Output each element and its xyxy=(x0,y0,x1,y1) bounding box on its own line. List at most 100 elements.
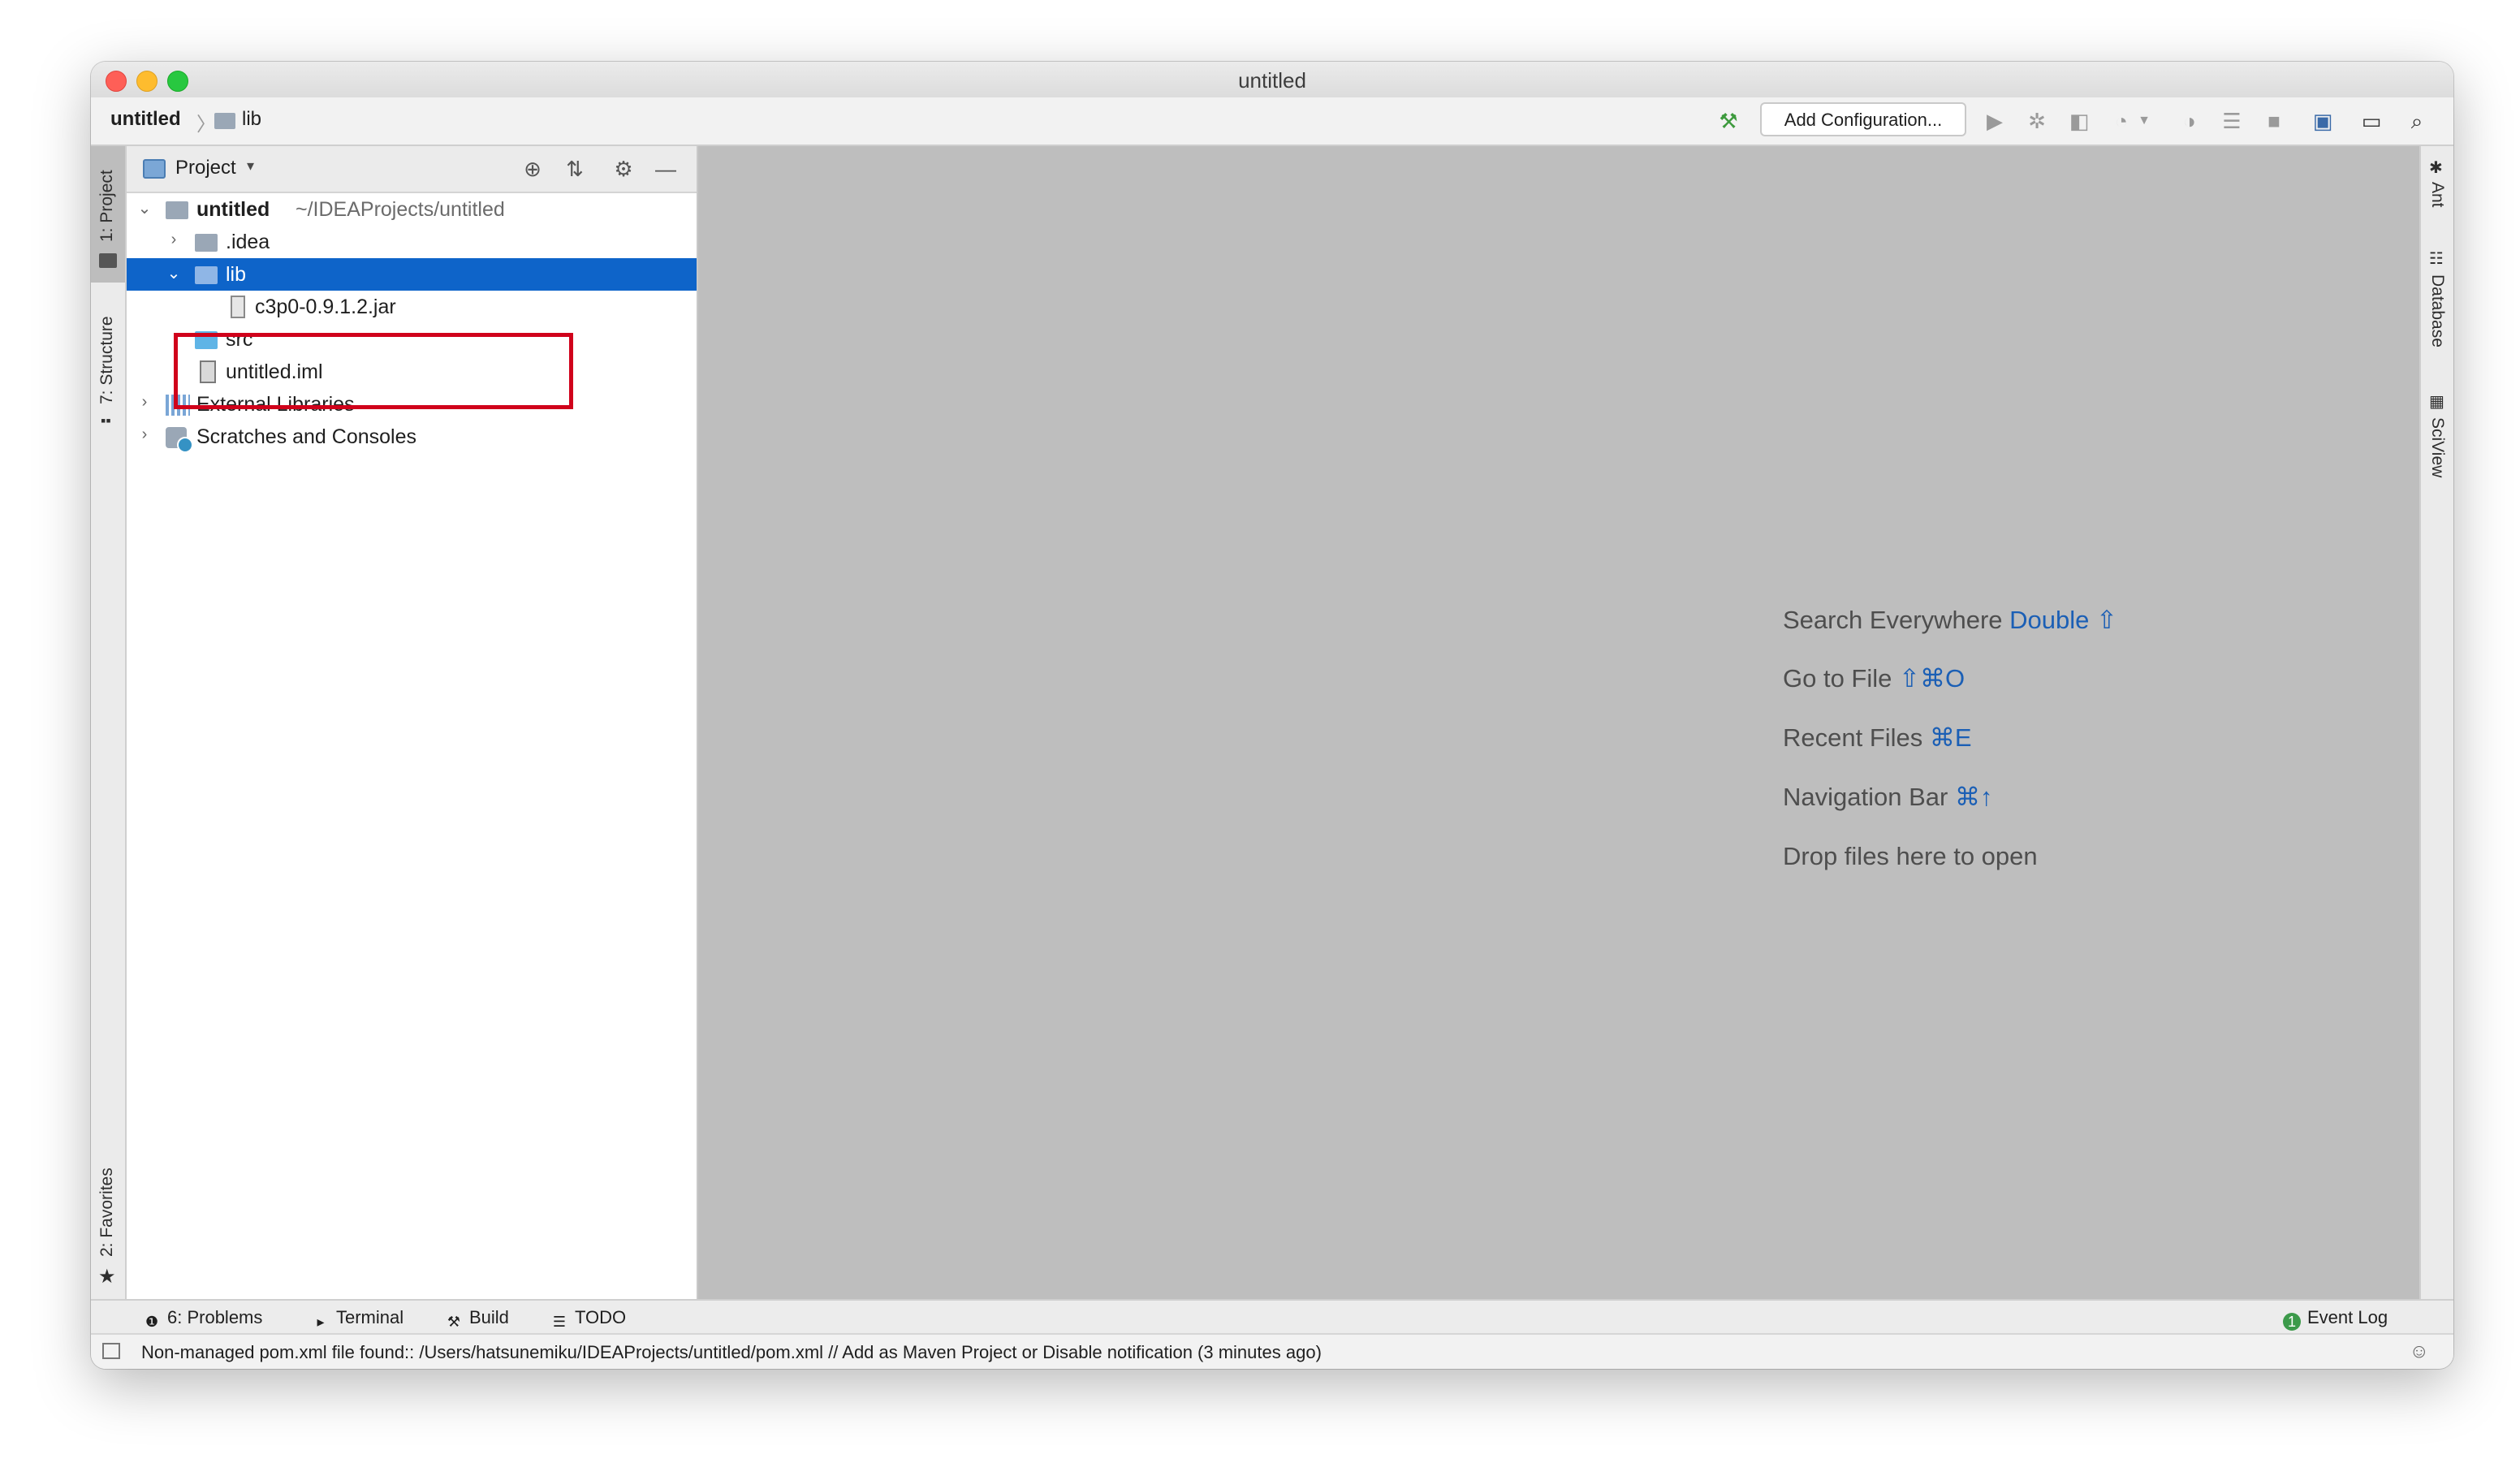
tool-terminal-label: Terminal xyxy=(336,1307,404,1327)
hint-shortcut: ⇧⌘O xyxy=(1899,664,1966,693)
chevron-down-icon[interactable]: ⌄ xyxy=(136,198,153,218)
presentation-icon[interactable]: ▭ xyxy=(2358,107,2385,135)
tasks-icon[interactable]: ☰ xyxy=(2218,107,2246,135)
left-tool-strip: 1: Project 7: Structure ▪▪ 2: Favorites … xyxy=(91,146,127,1299)
tab-database-label: Database xyxy=(2428,274,2447,347)
hide-panel-icon[interactable]: — xyxy=(653,156,679,182)
iml-file-icon xyxy=(200,360,216,383)
project-panel-header: Project ▾ ⊕ ⇅ ⚙ — xyxy=(127,146,697,193)
coverage-icon[interactable]: ◧ xyxy=(2065,107,2093,135)
status-bar: Non-managed pom.xml file found:: /Users/… xyxy=(91,1333,2453,1369)
navigation-bar: untitled 〉 lib ⚒ Add Configuration... ▶ … xyxy=(91,97,2453,146)
folder-icon xyxy=(214,113,235,129)
toggle-tool-windows-icon[interactable] xyxy=(102,1343,120,1359)
project-view-selector[interactable]: Project xyxy=(175,157,236,179)
tab-sciview[interactable]: ▦ SciView xyxy=(2421,390,2453,495)
hint-drop-files: Drop files here to open xyxy=(1783,842,2038,871)
chevron-right-icon[interactable]: › xyxy=(136,393,153,412)
hint-go-to-file: Go to File ⇧⌘O xyxy=(1783,664,1965,693)
breadcrumb-separator: 〉 xyxy=(196,114,216,136)
tree-item-label: External Libraries xyxy=(196,393,355,416)
breadcrumb-lib[interactable]: lib xyxy=(242,108,261,131)
hint-text: Drop files here to open xyxy=(1783,842,2038,870)
tree-item-label: lib xyxy=(226,263,247,286)
tool-build[interactable]: ⚒ Build xyxy=(445,1307,509,1331)
status-message[interactable]: Non-managed pom.xml file found:: /Users/… xyxy=(141,1342,1322,1363)
tree-item-jar[interactable]: c3p0-0.9.1.2.jar xyxy=(127,291,697,323)
hammer-icon: ⚒ xyxy=(447,1314,461,1330)
tool-event-log[interactable]: 1 Event Log xyxy=(2283,1307,2388,1331)
tool-terminal[interactable]: ▸ Terminal xyxy=(312,1307,403,1331)
tab-sciview-label: SciView xyxy=(2428,417,2447,478)
tree-item-idea[interactable]: › .idea xyxy=(127,226,697,258)
title-bar: untitled xyxy=(91,62,2453,97)
tab-favorites-label: 2: Favorites xyxy=(97,1167,116,1257)
chevron-down-icon[interactable]: ▾ xyxy=(247,158,254,175)
ide-window: untitled untitled 〉 lib ⚒ Add Configurat… xyxy=(91,62,2453,1369)
project-panel: Project ▾ ⊕ ⇅ ⚙ — ⌄ untitled ~/IDEAProje… xyxy=(127,146,698,1299)
stop-icon[interactable]: ■ xyxy=(2260,107,2288,135)
tab-project-label: 1: Project xyxy=(97,170,116,242)
search-icon[interactable]: ⌕ xyxy=(2403,107,2431,135)
star-icon: ★ xyxy=(98,1266,116,1288)
tree-item-label: untitled xyxy=(196,198,270,221)
tab-ant-label: Ant xyxy=(2428,182,2447,208)
ant-icon: ✱ xyxy=(2429,159,2443,177)
hint-recent-files: Recent Files ⌘E xyxy=(1783,723,1972,753)
tree-item-scratches[interactable]: › Scratches and Consoles xyxy=(127,421,697,453)
tool-todo[interactable]: ☰ TODO xyxy=(550,1307,626,1331)
chevron-right-icon[interactable]: › xyxy=(136,425,153,444)
breadcrumb-root[interactable]: untitled xyxy=(110,108,181,131)
database-icon: ☷ xyxy=(2429,250,2444,268)
tree-item-label: Scratches and Consoles xyxy=(196,425,416,448)
tab-favorites[interactable]: 2: Favorites ★ xyxy=(91,1120,125,1291)
info-icon: ❶ xyxy=(145,1314,159,1330)
hint-shortcut: ⌘E xyxy=(1929,723,1972,752)
hint-text: Go to File xyxy=(1783,664,1892,693)
chevron-down-icon[interactable]: ▼ xyxy=(2130,107,2158,135)
tab-structure-label: 7: Structure xyxy=(97,316,116,404)
folder-icon xyxy=(99,253,117,268)
clock-icon xyxy=(177,437,193,453)
tree-item-external-libraries[interactable]: › External Libraries xyxy=(127,388,697,421)
gear-icon[interactable]: ⚙ xyxy=(611,156,636,182)
tree-item-lib[interactable]: ⌄ lib xyxy=(127,258,697,291)
run-icon[interactable]: ▶ xyxy=(1981,107,2009,135)
structure-icon: ▪▪ xyxy=(101,412,111,429)
tree-item-iml[interactable]: untitled.iml xyxy=(127,356,697,388)
chevron-down-icon[interactable]: ⌄ xyxy=(166,263,182,283)
debug-icon[interactable]: ✲ xyxy=(2023,107,2051,135)
project-view-icon xyxy=(143,159,166,179)
jar-file-icon xyxy=(231,296,245,318)
module-folder-icon xyxy=(166,201,188,219)
tab-structure[interactable]: 7: Structure ▪▪ xyxy=(91,296,125,432)
tool-problems-label: 6: Problems xyxy=(167,1307,263,1327)
hint-text: Search Everywhere xyxy=(1783,606,2003,634)
window-title: untitled xyxy=(1238,68,1306,93)
tree-item-label: c3p0-0.9.1.2.jar xyxy=(255,296,396,318)
folder-icon xyxy=(195,234,218,252)
collapse-all-icon[interactable]: ⇅ xyxy=(562,156,588,182)
hint-navigation-bar: Navigation Bar ⌘↑ xyxy=(1783,783,1992,812)
chevron-right-icon[interactable]: › xyxy=(166,231,182,249)
project-structure-icon[interactable]: ▣ xyxy=(2309,107,2337,135)
hint-shortcut: ⌘↑ xyxy=(1954,783,1993,811)
tree-item-untitled[interactable]: ⌄ untitled ~/IDEAProjects/untitled xyxy=(127,193,697,226)
tool-problems[interactable]: ❶ 6: Problems xyxy=(143,1307,262,1331)
inspector-icon[interactable]: ☺ xyxy=(2409,1340,2429,1363)
tab-database[interactable]: ☷ Database xyxy=(2421,247,2453,377)
list-icon: ☰ xyxy=(552,1314,567,1330)
locate-file-icon[interactable]: ⊕ xyxy=(520,156,546,182)
bottom-tool-bar: ❶ 6: Problems ▸ Terminal ⚒ Build ☰ TODO 1 Eve… xyxy=(91,1299,2453,1335)
hint-shortcut: Double ⇧ xyxy=(2009,606,2117,634)
add-configuration-button[interactable]: Add Configuration... xyxy=(1760,102,1966,136)
attach-debugger-icon[interactable]: ◑ xyxy=(2176,107,2203,135)
tab-project[interactable]: 1: Project xyxy=(91,146,125,283)
editor-empty-area[interactable]: Search Everywhere Double ⇧ Go to File ⇧⌘… xyxy=(698,146,2419,1299)
build-hammer-icon[interactable]: ⚒ xyxy=(1715,107,1742,135)
tab-ant[interactable]: ✱ Ant xyxy=(2421,154,2453,235)
tool-event-log-label: Event Log xyxy=(2307,1307,2388,1327)
event-log-icon: 1 xyxy=(2283,1313,2301,1331)
tree-item-src[interactable]: src xyxy=(127,323,697,356)
folder-icon xyxy=(195,266,218,284)
